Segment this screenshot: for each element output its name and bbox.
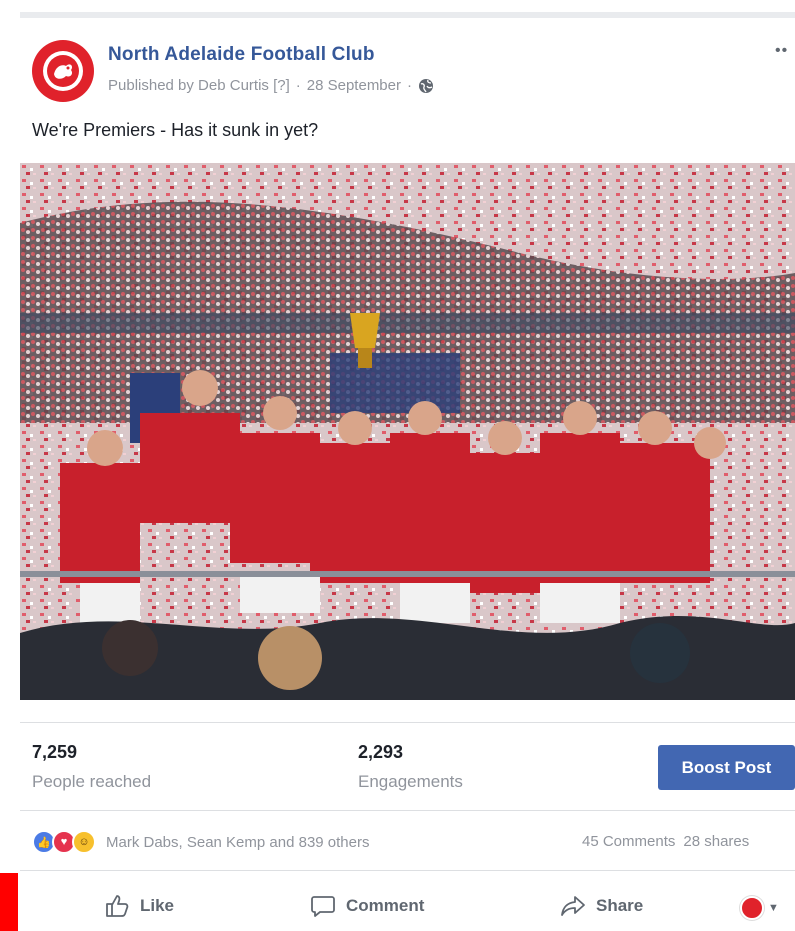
audience-selector[interactable]: ▼ — [740, 896, 779, 920]
engagement-counts: 45 Comments 28 shares — [582, 833, 749, 850]
premiership-celebration-photo — [20, 163, 795, 700]
meta-separator: · — [407, 77, 412, 94]
haha-icon: ☺ — [72, 830, 96, 854]
shares-count[interactable]: 28 shares — [683, 833, 749, 850]
share-button[interactable]: Share — [560, 893, 643, 919]
reactions-divider — [20, 810, 795, 811]
post-text: We're Premiers - Has it sunk in yet? — [32, 120, 319, 140]
reach-value: 7,259 — [32, 742, 78, 762]
like-button[interactable]: Like — [104, 893, 174, 919]
thumbs-up-icon — [106, 895, 129, 917]
engagement-value: 2,293 — [358, 742, 404, 762]
comment-label: Comment — [346, 896, 425, 915]
page-avatar-small-icon — [740, 896, 764, 920]
comment-button[interactable]: Comment — [310, 893, 424, 919]
share-label: Share — [596, 896, 644, 915]
page-avatar[interactable] — [32, 40, 94, 102]
stats-divider — [20, 722, 795, 723]
club-logo-icon — [43, 51, 83, 91]
post-date[interactable]: 28 September — [307, 77, 401, 94]
ellipsis-icon[interactable]: •• — [775, 42, 788, 60]
meta-separator: · — [295, 77, 301, 94]
actions-divider — [20, 870, 795, 871]
reaction-names[interactable]: Mark Dabs, Sean Kemp and 839 others — [106, 834, 369, 851]
globe-icon[interactable] — [418, 78, 434, 94]
post-photo[interactable] — [20, 163, 795, 700]
comment-bubble-icon — [311, 896, 335, 917]
page-name-link[interactable]: North Adelaide Football Club — [108, 44, 375, 66]
boost-post-button[interactable]: Boost Post — [658, 745, 795, 790]
published-by[interactable]: Published by Deb Curtis [?] — [108, 77, 290, 94]
reach-label[interactable]: People reached — [32, 772, 151, 792]
top-divider — [20, 12, 795, 18]
engagement-label[interactable]: Engagements — [358, 772, 463, 792]
comments-count[interactable]: 45 Comments — [582, 833, 675, 850]
post-meta: Published by Deb Curtis [?] · 28 Septemb… — [108, 77, 434, 94]
red-marker — [0, 873, 18, 931]
caret-down-icon: ▼ — [768, 902, 779, 914]
reactions-summary[interactable]: 👍 ♥ ☺ Mark Dabs, Sean Kemp and 839 other… — [32, 830, 369, 854]
share-arrow-icon — [561, 896, 585, 916]
like-label: Like — [140, 896, 175, 915]
